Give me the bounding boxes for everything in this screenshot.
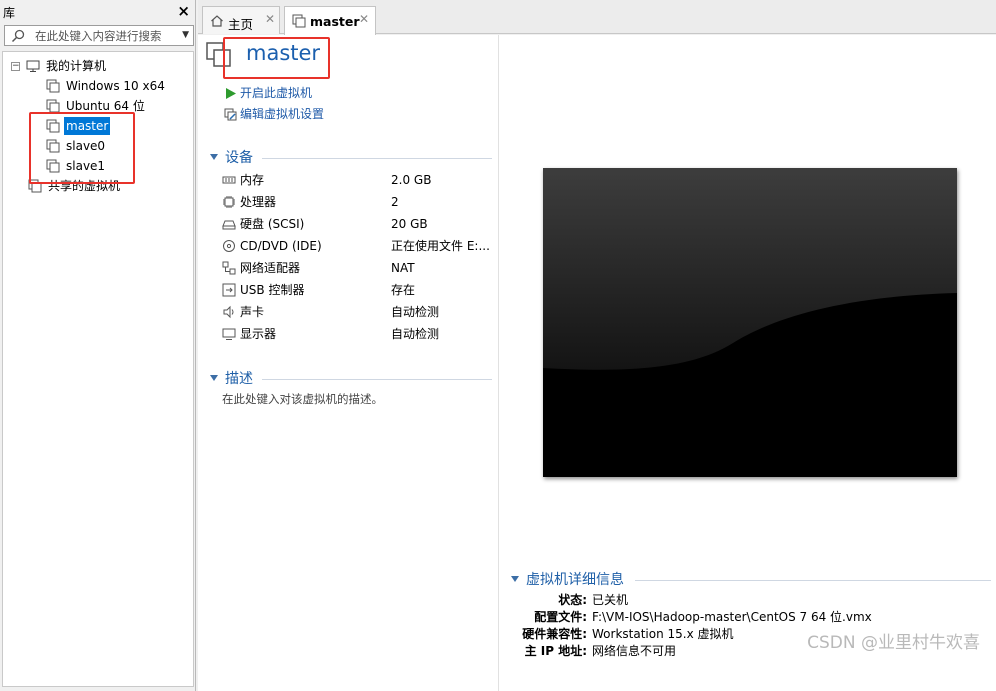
- search-input[interactable]: [35, 28, 175, 43]
- device-value: 自动检测: [391, 305, 440, 319]
- collapse-icon[interactable]: −: [11, 62, 20, 71]
- detail-row-status: 状态: 已关机: [198, 592, 994, 609]
- device-name: CD/DVD (IDE): [240, 239, 322, 253]
- devices-section-header[interactable]: 设备: [210, 149, 492, 167]
- tree-shared-label: 共享的虚拟机: [48, 179, 121, 193]
- device-row-memory[interactable]: 内存 2.0 GB: [222, 170, 492, 190]
- description-section-header[interactable]: 描述: [210, 370, 492, 388]
- play-icon: [226, 88, 236, 99]
- device-name: 内存: [240, 173, 265, 187]
- device-value: NAT: [391, 261, 415, 275]
- tab-label: master: [310, 14, 360, 29]
- device-row-sound[interactable]: 声卡 自动检测: [222, 302, 492, 322]
- vm-details-page: master 开启此虚拟机 编辑虚拟机设置 设备 内存 2.0 GB 处理器 2: [198, 35, 996, 691]
- close-icon[interactable]: ✕: [265, 12, 275, 26]
- computer-icon: [26, 60, 40, 72]
- device-name: 硬盘 (SCSI): [240, 217, 305, 231]
- search-dropdown-icon[interactable]: ▼: [182, 30, 189, 40]
- detail-key: 配置文件:: [534, 610, 587, 624]
- tab-strip: 主页 ✕ master ✕: [198, 0, 996, 35]
- preview-graphic: [543, 168, 957, 477]
- device-row-network[interactable]: 网络适配器 NAT: [222, 258, 492, 278]
- device-name: 处理器: [240, 195, 277, 209]
- library-close-button[interactable]: ×: [177, 2, 190, 20]
- tab-home[interactable]: 主页 ✕: [202, 6, 280, 34]
- vm-tree: − 我的计算机 Windows 10 x64 Ubuntu 64 位 maste…: [2, 51, 194, 687]
- harddisk-icon: [222, 220, 236, 230]
- tab-label: 主页: [228, 17, 254, 32]
- device-value: 存在: [391, 283, 416, 297]
- description-placeholder[interactable]: 在此处键入对该虚拟机的描述。: [222, 391, 383, 407]
- device-row-cpu[interactable]: 处理器 2: [222, 192, 492, 212]
- library-title: 库: [3, 6, 16, 20]
- section-divider: [635, 580, 991, 581]
- library-panel: 库 × ▼ − 我的计算机 Windows 10 x64 Ubuntu 64 位: [0, 0, 196, 691]
- vm-icon: [46, 99, 60, 113]
- devices-heading: 设备: [225, 150, 253, 166]
- detail-key: 硬件兼容性:: [522, 627, 587, 641]
- vm-screen-preview[interactable]: [543, 168, 957, 477]
- device-row-usb[interactable]: USB 控制器 存在: [222, 280, 492, 300]
- device-row-harddisk[interactable]: 硬盘 (SCSI) 20 GB: [222, 214, 492, 234]
- vm-details-section-header[interactable]: 虚拟机详细信息: [511, 571, 991, 589]
- tree-vm-label: Windows 10 x64: [66, 79, 165, 93]
- tree-vm-label: Ubuntu 64 位: [66, 99, 145, 113]
- search-icon: [11, 29, 25, 43]
- home-icon: [211, 15, 223, 27]
- vm-large-icon: [206, 42, 231, 67]
- section-divider: [262, 379, 492, 380]
- power-on-label: 开启此虚拟机: [240, 86, 313, 100]
- detail-value: F:\VM-IOS\Hadoop-master\CentOS 7 64 位.vm…: [592, 610, 872, 624]
- display-icon: [222, 328, 236, 340]
- shared-vm-icon: [28, 179, 42, 193]
- vm-icon: [292, 14, 306, 28]
- cpu-icon: [223, 196, 235, 208]
- vm-icon: [46, 139, 60, 153]
- device-value: 2: [391, 195, 399, 209]
- detail-value: 网络信息不可用: [592, 644, 677, 658]
- detail-key: 主 IP 地址:: [524, 644, 587, 658]
- device-name: USB 控制器: [240, 283, 305, 297]
- device-name: 网络适配器: [240, 261, 301, 275]
- watermark: CSDN @业里村牛欢喜: [807, 633, 980, 653]
- tree-root-label: 我的计算机: [46, 59, 107, 73]
- tree-vm-label: master: [64, 117, 111, 135]
- device-row-display[interactable]: 显示器 自动检测: [222, 324, 492, 344]
- vm-icon: [46, 119, 60, 133]
- sound-icon: [223, 305, 234, 319]
- device-value: 2.0 GB: [391, 173, 432, 187]
- vm-name-title: master: [246, 41, 321, 65]
- device-name: 显示器: [240, 327, 277, 341]
- device-row-cdrom[interactable]: CD/DVD (IDE) 正在使用文件 E:...: [222, 236, 492, 256]
- usb-icon: [222, 283, 236, 297]
- vm-icon: [46, 79, 60, 93]
- device-value: 正在使用文件 E:...: [391, 239, 490, 253]
- tree-vm-label: slave0: [66, 139, 106, 153]
- detail-row-config-file: 配置文件: F:\VM-IOS\Hadoop-master\CentOS 7 6…: [198, 609, 994, 626]
- library-header: 库 ×: [0, 0, 196, 22]
- tab-master[interactable]: master ✕: [284, 6, 376, 35]
- detail-key: 状态:: [558, 593, 587, 607]
- tree-vm-label: slave1: [66, 159, 106, 173]
- close-icon[interactable]: ✕: [359, 12, 369, 26]
- device-name: 声卡: [240, 305, 265, 319]
- device-value: 20 GB: [391, 217, 428, 231]
- vm-icon: [46, 159, 60, 173]
- section-divider: [262, 158, 492, 159]
- library-search-box[interactable]: ▼: [4, 25, 194, 46]
- description-heading: 描述: [225, 371, 253, 387]
- edit-settings-icon: [224, 108, 237, 121]
- edit-settings-label: 编辑虚拟机设置: [240, 107, 325, 121]
- collapse-triangle-icon: [210, 375, 218, 381]
- device-value: 自动检测: [391, 327, 440, 341]
- detail-value: 已关机: [592, 593, 629, 607]
- collapse-triangle-icon: [511, 576, 519, 582]
- network-icon: [222, 261, 236, 275]
- memory-icon: [222, 176, 236, 184]
- detail-value: Workstation 15.x 虚拟机: [592, 627, 734, 641]
- collapse-triangle-icon: [210, 154, 218, 160]
- cdrom-icon: [223, 240, 235, 252]
- vm-details-heading: 虚拟机详细信息: [526, 572, 624, 588]
